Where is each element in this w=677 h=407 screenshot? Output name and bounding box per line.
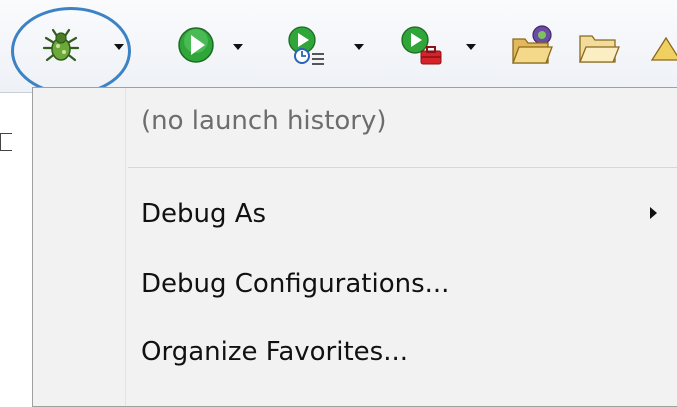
debug-as-item[interactable]: Debug As: [141, 199, 266, 229]
debug-configurations-item[interactable]: Debug Configurations...: [141, 269, 449, 299]
external-tools-run-icon: [401, 26, 442, 65]
external-tools-button[interactable]: [398, 22, 446, 68]
submenu-arrow-icon: [650, 207, 657, 219]
open-type-button[interactable]: [508, 22, 556, 68]
folder-icon: [579, 35, 620, 63]
overflow-icon[interactable]: [648, 28, 677, 68]
coverage-button[interactable]: [285, 22, 333, 68]
run-button[interactable]: [175, 24, 217, 66]
open-folder-icon: [512, 25, 553, 64]
chevron-down-icon[interactable]: [233, 44, 243, 50]
menu-gutter: [125, 88, 126, 406]
open-resource-button[interactable]: [576, 24, 622, 68]
coverage-run-icon: [288, 26, 324, 65]
run-play-icon: [178, 27, 214, 63]
main-toolbar: [0, 0, 677, 95]
chevron-down-icon[interactable]: [466, 44, 476, 50]
chevron-down-icon[interactable]: [354, 44, 364, 50]
organize-favorites-item[interactable]: Organize Favorites...: [141, 337, 408, 367]
debug-dropdown-menu: (no launch history) Debug As Debug Confi…: [32, 87, 677, 407]
highlight-circle: [11, 7, 131, 95]
no-launch-history-item: (no launch history): [141, 106, 387, 136]
menu-separator: [128, 167, 677, 168]
background-window-fragment: [0, 133, 12, 151]
